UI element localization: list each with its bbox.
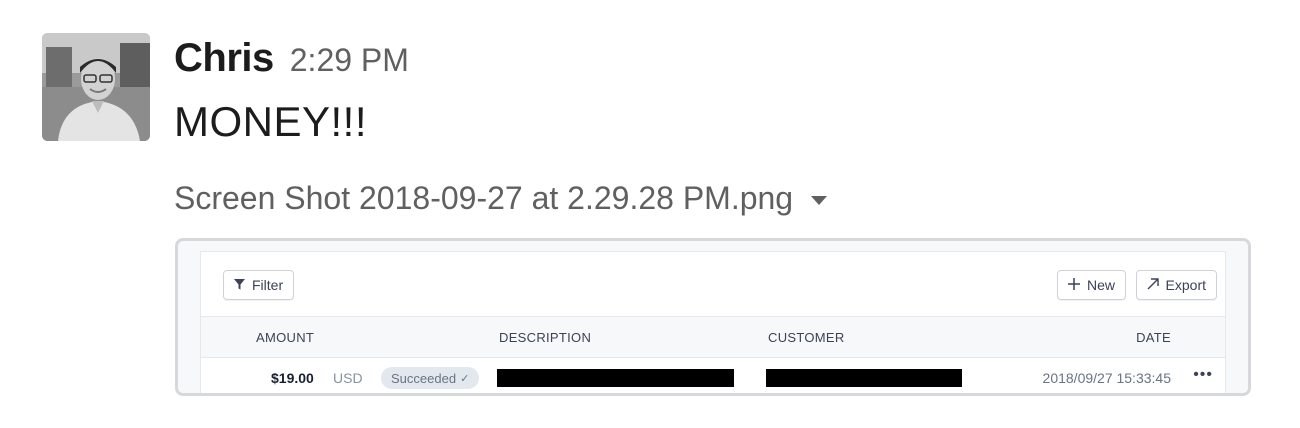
column-header-date[interactable]: DATE — [1136, 330, 1171, 345]
filter-label: Filter — [252, 277, 284, 293]
table-header: AMOUNT DESCRIPTION CUSTOMER DATE — [201, 316, 1225, 358]
redacted-customer — [766, 369, 962, 387]
column-header-customer[interactable]: CUSTOMER — [768, 330, 845, 345]
message-text: MONEY!!! — [174, 98, 368, 145]
file-name[interactable]: Screen Shot 2018-09-27 at 2.29.28 PM.png — [174, 180, 793, 217]
column-header-amount[interactable]: AMOUNT — [256, 330, 314, 345]
message-timestamp[interactable]: 2:29 PM — [290, 42, 409, 79]
avatar-photo — [42, 33, 150, 141]
column-header-description[interactable]: DESCRIPTION — [499, 330, 591, 345]
payment-currency: USD — [333, 370, 363, 386]
more-actions-icon[interactable]: ••• — [1193, 366, 1213, 384]
export-button[interactable]: Export — [1135, 270, 1217, 300]
status-label: Succeeded — [391, 370, 457, 386]
message-header: Chris 2:29 PM — [174, 36, 409, 88]
export-label: Export — [1165, 277, 1206, 293]
caret-down-icon[interactable] — [811, 196, 828, 205]
payment-date: 2018/09/27 15:33:45 — [1042, 370, 1171, 386]
payment-amount: $19.00 — [271, 370, 314, 386]
author-name[interactable]: Chris — [174, 36, 274, 81]
new-button[interactable]: New — [1056, 270, 1126, 300]
file-attachment-header[interactable]: Screen Shot 2018-09-27 at 2.29.28 PM.png — [174, 180, 828, 217]
filter-icon — [234, 277, 245, 293]
image-attachment[interactable]: Filter New Export AMOUNT DESCRIPTION CUS… — [175, 238, 1251, 396]
payments-table-panel: Filter New Export AMOUNT DESCRIPTION CUS… — [200, 251, 1226, 393]
plus-icon — [1067, 277, 1080, 293]
filter-button[interactable]: Filter — [223, 270, 295, 300]
arrow-up-right-icon — [1147, 277, 1159, 293]
new-label: New — [1086, 277, 1115, 293]
table-row[interactable]: $19.00 USD Succeeded ✓ 2018/09/27 15:33:… — [201, 358, 1225, 393]
chat-message: Chris 2:29 PM MONEY!!! Screen Shot 2018-… — [0, 0, 1300, 428]
redacted-description — [497, 369, 734, 387]
avatar[interactable] — [42, 33, 150, 141]
table-toolbar: Filter New Export — [201, 252, 1225, 316]
status-badge: Succeeded ✓ — [381, 367, 480, 389]
check-icon: ✓ — [460, 372, 470, 385]
